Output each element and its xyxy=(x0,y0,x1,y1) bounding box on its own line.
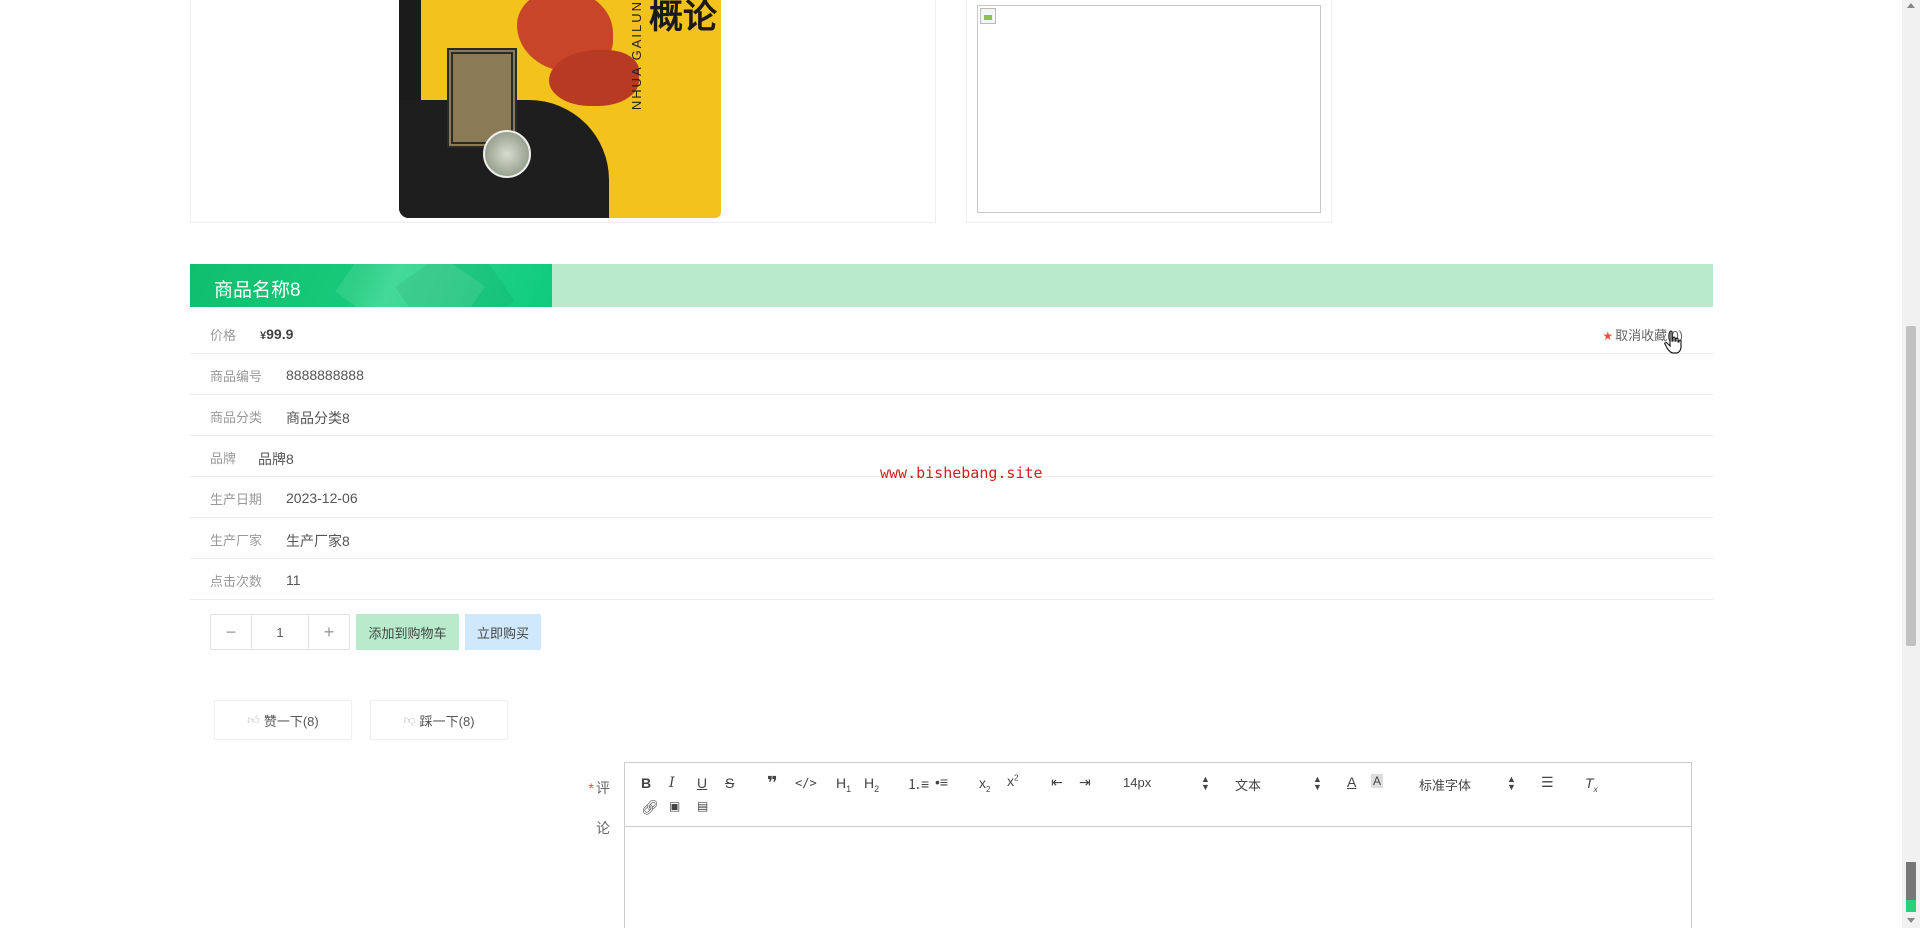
select-arrows-icon: ▲ ▼ xyxy=(1313,774,1322,792)
scroll-marker-active xyxy=(1906,900,1916,912)
thumbs-up-icon: 👍︎ xyxy=(247,712,260,727)
font-family-select[interactable]: 标准字体 ▲ ▼ xyxy=(1419,775,1516,794)
like-button[interactable]: 👍︎ 赞一下(8) xyxy=(214,700,352,740)
detail-label: 商品编号 xyxy=(210,369,263,384)
link-icon[interactable]: 🔗︎ xyxy=(641,799,659,816)
detail-value: 品牌8 xyxy=(258,451,294,467)
font-family-value: 标准字体 xyxy=(1419,778,1472,793)
scrollbar-thumb[interactable] xyxy=(1906,326,1916,646)
product-title-bar: 商品名称8 xyxy=(190,264,1713,307)
indent-icon[interactable]: ⇥ xyxy=(1079,774,1091,791)
book-cover-subtitle: NHUA GAILUN xyxy=(629,0,644,111)
code-block-icon[interactable]: </> xyxy=(795,776,817,790)
detail-row-code: 商品编号 8888888888 xyxy=(190,354,1713,395)
font-color-icon[interactable]: A xyxy=(1347,774,1356,790)
detail-row-manufacturer: 生产厂家 生产厂家8 xyxy=(190,518,1713,559)
comment-label-top: 评 xyxy=(596,780,610,796)
broken-image-icon xyxy=(980,8,996,24)
book-cover-title: 概论 xyxy=(649,0,717,37)
detail-label: 品牌 xyxy=(210,451,237,466)
heading1-icon[interactable]: H1 xyxy=(836,775,851,794)
thumbnail-image[interactable] xyxy=(977,5,1321,213)
bullet-list-icon[interactable]: •≡ xyxy=(935,774,948,790)
scroll-up-arrow-icon[interactable] xyxy=(1907,3,1915,8)
dislike-label: 踩一下(8) xyxy=(419,713,475,729)
detail-value: 8888888888 xyxy=(286,367,364,383)
required-mark: * xyxy=(588,780,594,796)
video-icon[interactable]: ▤ xyxy=(697,799,708,813)
price-amount: 99.9 xyxy=(266,326,294,342)
strikethrough-icon[interactable]: S xyxy=(725,775,734,791)
quantity-increase-button[interactable]: + xyxy=(309,615,349,649)
align-icon[interactable]: ☰ xyxy=(1541,774,1554,791)
quantity-input[interactable] xyxy=(251,615,309,649)
font-size-value: 14px xyxy=(1123,775,1152,790)
thumbs-down-icon: 👎︎ xyxy=(403,712,416,727)
detail-value: 11 xyxy=(286,572,301,588)
price-row: 价格 ¥99.9 ★ 取消收藏(0) xyxy=(190,313,1713,354)
editor-content-area[interactable] xyxy=(625,827,1691,928)
quantity-stepper: − + xyxy=(210,614,350,650)
detail-label: 商品分类 xyxy=(210,410,263,425)
outdent-icon[interactable]: ⇤ xyxy=(1051,774,1063,791)
background-color-icon[interactable]: A xyxy=(1371,774,1384,788)
star-icon: ★ xyxy=(1602,329,1614,343)
scroll-down-arrow-icon[interactable] xyxy=(1907,918,1915,923)
dislike-button[interactable]: 👎︎ 踩一下(8) xyxy=(370,700,508,740)
editor-toolbar: B I U S ❞ </> H1 H2 ⒈≡ •≡ x2 x2 ⇤ ⇥ 14px… xyxy=(625,763,1691,827)
detail-value: 生产厂家8 xyxy=(286,533,350,549)
price-label: 价格 xyxy=(210,328,237,343)
detail-value: 2023-12-06 xyxy=(286,490,358,506)
page-scrollbar[interactable] xyxy=(1902,0,1920,928)
watermark-text: www.bishebang.site xyxy=(880,464,1043,482)
detail-row-clicks: 点击次数 11 xyxy=(190,559,1713,600)
select-arrows-icon: ▲ ▼ xyxy=(1201,774,1210,792)
detail-value: 商品分类8 xyxy=(286,410,350,426)
image-icon[interactable]: ▣ xyxy=(669,799,680,813)
header-value: 文本 xyxy=(1235,778,1262,793)
superscript-icon[interactable]: x2 xyxy=(1007,773,1018,789)
like-label: 赞一下(8) xyxy=(263,713,319,729)
price-value: ¥99.9 xyxy=(260,326,293,342)
comment-label: * 评 论 xyxy=(582,768,610,848)
italic-icon[interactable]: I xyxy=(669,775,675,791)
product-title: 商品名称8 xyxy=(214,280,301,301)
detail-label: 生产厂家 xyxy=(210,533,263,548)
detail-row-category: 商品分类 商品分类8 xyxy=(190,395,1713,436)
quantity-decrease-button[interactable]: − xyxy=(211,615,251,649)
select-arrows-icon: ▲ ▼ xyxy=(1507,774,1516,792)
add-to-cart-button[interactable]: 添加到购物车 xyxy=(356,614,459,650)
hand-cursor-icon xyxy=(1664,330,1682,354)
bold-icon[interactable]: B xyxy=(641,775,651,791)
font-size-select[interactable]: 14px ▲ ▼ xyxy=(1123,774,1210,792)
header-select[interactable]: 文本 ▲ ▼ xyxy=(1235,774,1322,794)
clear-format-icon[interactable]: Tx xyxy=(1585,775,1598,794)
detail-label: 生产日期 xyxy=(210,492,263,507)
book-cover-image: 概论 NHUA GAILUN xyxy=(399,0,721,218)
product-main-image[interactable]: 概论 NHUA GAILUN xyxy=(190,0,936,223)
underline-icon[interactable]: U xyxy=(697,775,707,791)
buy-now-button[interactable]: 立即购买 xyxy=(465,614,541,650)
comment-label-bottom: 论 xyxy=(596,820,610,836)
subscript-icon[interactable]: x2 xyxy=(979,775,990,794)
detail-row-date: 生产日期 2023-12-06 xyxy=(190,477,1713,518)
detail-label: 点击次数 xyxy=(210,574,263,589)
comment-editor: B I U S ❞ </> H1 H2 ⒈≡ •≡ x2 x2 ⇤ ⇥ 14px… xyxy=(624,762,1692,928)
product-thumbnail-panel xyxy=(966,0,1332,223)
heading2-icon[interactable]: H2 xyxy=(864,775,879,794)
blockquote-icon[interactable]: ❞ xyxy=(767,773,778,794)
ordered-list-icon[interactable]: ⒈≡ xyxy=(907,774,929,794)
